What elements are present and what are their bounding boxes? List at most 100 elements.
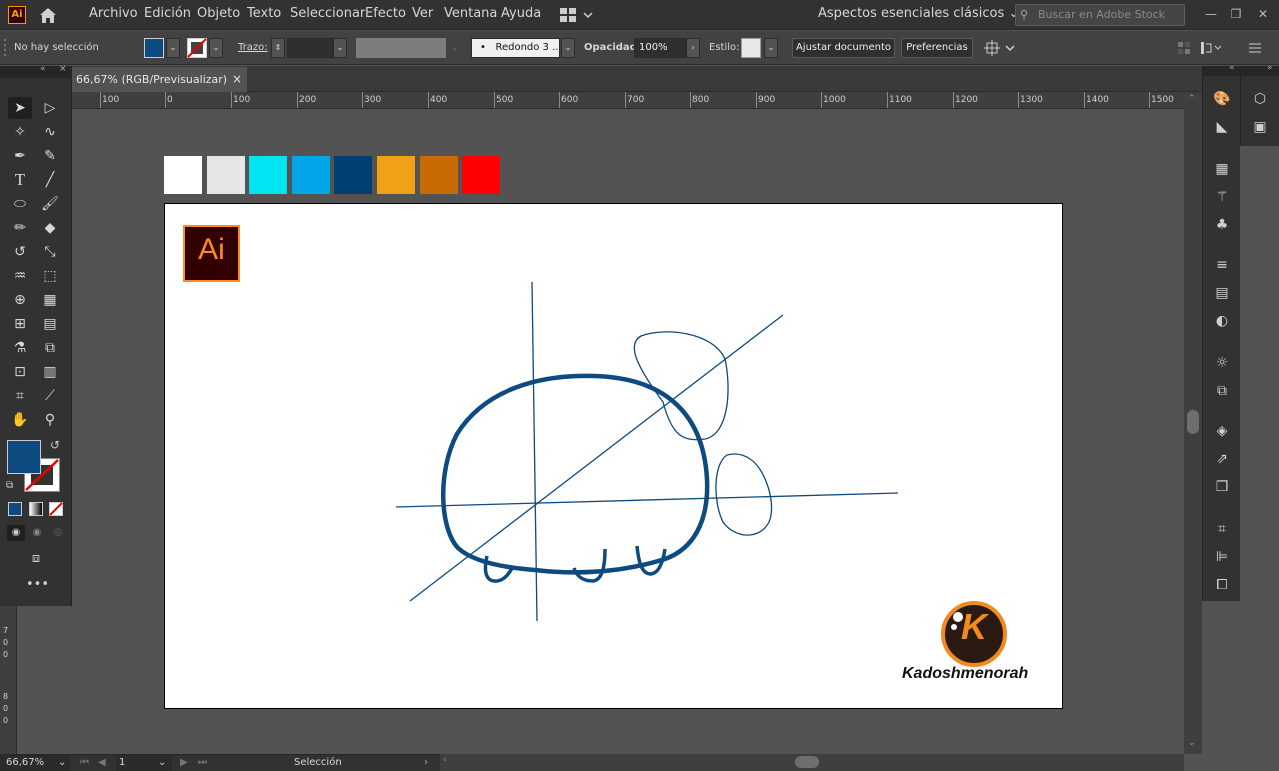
blend-tool-icon[interactable]: ⧉ (38, 337, 62, 359)
screen-mode-icon[interactable]: ⧈ (24, 551, 48, 569)
menu-seleccionar[interactable]: Seleccionar (290, 0, 365, 30)
character-sketch[interactable] (165, 204, 1064, 710)
warp-tool-icon[interactable]: ♒ (8, 265, 32, 287)
pathfinder-panel-icon[interactable]: ⧠ (1211, 574, 1233, 596)
libraries-panel-icon[interactable]: ⬡ (1249, 88, 1271, 110)
transform-panel-icon[interactable]: ⌗ (1211, 518, 1233, 540)
close-panel-icon[interactable]: × (59, 64, 67, 74)
previous-artboard-icon[interactable]: ◀ (98, 755, 106, 771)
opacity-input[interactable]: 100% (634, 38, 686, 58)
transparency-panel-icon[interactable]: ◐ (1211, 310, 1233, 332)
scale-tool-icon[interactable]: ⤡ (38, 241, 62, 263)
color-mode-button[interactable] (8, 502, 22, 516)
workspace-switcher[interactable]: Aspectos esenciales clásicos ⌄ (818, 0, 1019, 30)
minimize-button[interactable]: — (1200, 4, 1222, 24)
line-tool-icon[interactable]: ╱ (38, 169, 62, 191)
opacity-dropdown[interactable]: › (686, 38, 700, 58)
next-artboard-icon[interactable]: ▶ (180, 755, 188, 771)
menu-archivo[interactable]: Archivo (89, 0, 138, 30)
pen-tool-icon[interactable]: ✒ (8, 145, 32, 167)
brush-dropdown[interactable]: ⌄ (561, 38, 575, 58)
horizontal-scrollbar[interactable]: ‹ (440, 754, 1184, 771)
preferences-button[interactable]: Preferencias (901, 38, 973, 58)
shape-builder-tool-icon[interactable]: ⊕ (8, 289, 32, 311)
layers-panel-icon[interactable]: ◈ (1211, 420, 1233, 442)
color-guide-icon[interactable]: ◣ (1211, 116, 1233, 138)
fill-swatch[interactable] (144, 38, 164, 58)
menu-texto[interactable]: Texto (247, 0, 281, 30)
menu-ver[interactable]: Ver (412, 0, 433, 30)
edit-toolbar-icon[interactable]: ••• (26, 578, 49, 592)
free-transform-tool-icon[interactable]: ⬚ (38, 265, 62, 287)
graphic-styles-icon[interactable]: ⧉ (1211, 380, 1233, 402)
color-swatch[interactable] (291, 156, 330, 194)
fill-dropdown[interactable]: ⌄ (166, 38, 180, 58)
menu-ayuda[interactable]: Ayuda (501, 0, 541, 30)
document-tab[interactable]: 66,67% (RGB/Previsualizar) × (72, 67, 247, 92)
horizontal-scroll-thumb[interactable] (795, 756, 819, 768)
gradient-mode-button[interactable] (29, 502, 43, 516)
vertical-ruler[interactable]: 7 0 0 8 0 0 (0, 606, 17, 754)
style-dropdown[interactable]: ⌄ (764, 38, 778, 58)
asset-export-icon[interactable]: ⇗ (1211, 448, 1233, 470)
artboards-panel-icon[interactable]: ❐ (1211, 476, 1233, 498)
rotate-tool-icon[interactable]: ↺ (8, 241, 32, 263)
draw-behind-icon[interactable]: ◉ (28, 525, 46, 541)
color-swatch[interactable] (334, 156, 373, 194)
graphic-style-swatch[interactable] (741, 38, 761, 58)
status-menu-icon[interactable]: › (424, 755, 428, 771)
close-button[interactable]: ✕ (1252, 4, 1274, 24)
color-panel-icon[interactable]: 🎨 (1211, 88, 1233, 110)
appearance-panel-icon[interactable]: ☼ (1211, 352, 1233, 374)
gradient-tool-icon[interactable]: ▤ (38, 313, 62, 335)
stroke-stepper[interactable]: ⇕ (271, 38, 285, 58)
profile-dropdown[interactable]: ⌄ (448, 38, 462, 58)
menu-edicion[interactable]: Edición (144, 0, 191, 30)
curvature-tool-icon[interactable]: ✎ (38, 145, 62, 167)
gradient-panel-icon[interactable]: ▤ (1211, 282, 1233, 304)
color-swatch[interactable] (377, 156, 415, 194)
fill-color-box[interactable] (7, 440, 41, 474)
hand-tool-icon[interactable]: ✋ (8, 409, 32, 431)
slice-tool-icon[interactable]: ⟋ (38, 385, 62, 407)
zoom-level-field[interactable]: 66,67% ⌄ (0, 755, 70, 771)
direct-selection-tool-icon[interactable]: ▷ (38, 97, 62, 119)
mesh-tool-icon[interactable]: ⊞ (8, 313, 32, 335)
stroke-panel-icon[interactable]: ≡ (1211, 254, 1233, 276)
artboard[interactable]: Ai K Kadoshmenorah (164, 203, 1063, 709)
home-icon[interactable] (38, 6, 58, 24)
symbol-sprayer-tool-icon[interactable]: ⊡ (8, 361, 32, 383)
draw-normal-icon[interactable]: ◉ (7, 525, 25, 541)
collapse-icon[interactable]: « (1229, 63, 1235, 73)
properties-panel-icon[interactable]: ▣ (1249, 116, 1271, 138)
dock-header[interactable]: « (1203, 63, 1241, 76)
variable-width-profile[interactable] (356, 38, 446, 58)
first-artboard-icon[interactable]: ⏮ (80, 755, 89, 771)
swatches-panel-icon[interactable]: ▦ (1211, 158, 1233, 180)
align-panel-icon[interactable]: ⊫ (1211, 546, 1233, 568)
collapse-icon[interactable]: » (1267, 63, 1273, 73)
vertical-scrollbar[interactable]: ⌃ ⌄ (1184, 92, 1202, 754)
stroke-weight-dropdown[interactable]: ⌄ (333, 38, 347, 58)
panel-menu-icon[interactable] (1248, 41, 1262, 55)
dock-header[interactable]: » (1241, 63, 1279, 76)
stock-search-input[interactable]: ⚲ Buscar en Adobe Stock (1015, 4, 1185, 26)
adjust-document-button[interactable]: Ajustar documento (792, 38, 895, 58)
scroll-up-icon[interactable]: ⌃ (1188, 94, 1196, 104)
tools-panel-header[interactable]: « × (0, 64, 72, 78)
draw-inside-icon[interactable]: ◎ (49, 525, 67, 541)
arrange-documents-icon[interactable] (559, 7, 593, 23)
eyedropper-tool-icon[interactable]: ⚗ (8, 337, 32, 359)
zoom-tool-icon[interactable]: ⚲ (38, 409, 62, 431)
last-artboard-icon[interactable]: ⏭ (198, 755, 207, 771)
scroll-left-icon[interactable]: ‹ (443, 755, 447, 765)
collapse-icon[interactable]: « (40, 64, 46, 74)
menu-efecto[interactable]: Efecto (365, 0, 406, 30)
restore-button[interactable]: ❐ (1225, 4, 1247, 24)
eraser-tool-icon[interactable]: ◆ (38, 217, 62, 239)
menu-ventana[interactable]: Ventana (444, 0, 497, 30)
vertical-scroll-thumb[interactable] (1187, 410, 1199, 434)
stroke-swatch[interactable] (187, 38, 207, 58)
magic-wand-tool-icon[interactable]: ✧ (8, 121, 32, 143)
default-colors-icon[interactable]: ⧉ (6, 480, 13, 491)
